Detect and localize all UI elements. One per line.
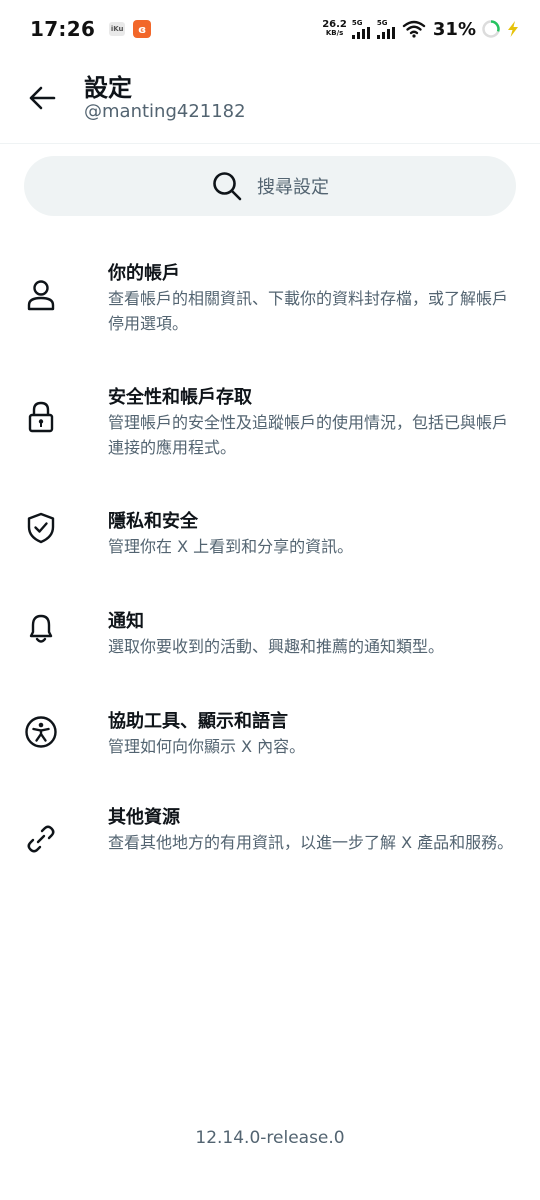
network-speed-unit: KB/s [325, 29, 344, 37]
network-speed-value: 26.2 [322, 19, 347, 30]
search-placeholder: 搜尋設定 [257, 177, 329, 198]
setting-item-notifications[interactable]: 通知 選取你要收到的活動、興趣和推薦的通知類型。 [0, 588, 540, 688]
setting-item-your-account[interactable]: 你的帳戶 查看帳戶的相關資訊、下載你的資料封存檔，或了解帳戶停用選項。 [0, 240, 540, 364]
app-version: 12.14.0-release.0 [195, 1128, 345, 1148]
setting-description: 選取你要收到的活動、興趣和推薦的通知類型。 [108, 637, 445, 656]
battery-ring-icon [482, 20, 500, 38]
arrow-left-icon [29, 86, 56, 110]
wifi-icon [402, 20, 426, 38]
sim1-type: 5G [351, 19, 363, 27]
status-bar: 17:26 iKu ɞ 26.2 KB/s 5G 5G 31% [0, 0, 540, 58]
setting-title: 你的帳戶 [108, 263, 180, 284]
setting-description: 查看帳戶的相關資訊、下載你的資料封存檔，或了解帳戶停用選項。 [108, 289, 509, 333]
link-icon [24, 822, 58, 856]
search-input[interactable]: 搜尋設定 [24, 156, 516, 216]
setting-title: 通知 [108, 611, 144, 632]
app-notification-icon: iKu [109, 22, 126, 36]
setting-title: 協助工具、顯示和語言 [108, 711, 288, 732]
page-title: 設定 [84, 74, 132, 102]
signal-bars-icon [351, 27, 370, 39]
person-icon [24, 278, 58, 312]
header: 設定 @manting421182 [0, 58, 540, 144]
status-time: 17:26 [30, 17, 96, 41]
setting-item-accessibility[interactable]: 協助工具、顯示和語言 管理如何向你顯示 X 內容。 [0, 688, 540, 784]
bell-icon [24, 611, 58, 645]
signal-sim2: 5G [376, 19, 397, 39]
accessibility-icon [24, 715, 58, 749]
setting-description: 查看其他地方的有用資訊，以進一步了解 X 產品和服務。 [108, 833, 514, 852]
setting-item-resources[interactable]: 其他資源 查看其他地方的有用資訊，以進一步了解 X 產品和服務。 [0, 784, 540, 908]
shield-icon [24, 511, 58, 545]
signal-bars-icon [376, 27, 395, 39]
signal-sim1: 5G [351, 19, 372, 39]
app-notification-icon-2: ɞ [133, 20, 152, 38]
setting-item-privacy[interactable]: 隱私和安全 管理你在 X 上看到和分享的資訊。 [0, 488, 540, 588]
lock-icon [24, 400, 58, 434]
sim2-type: 5G [376, 19, 388, 27]
setting-title: 隱私和安全 [108, 511, 198, 532]
back-button[interactable] [22, 78, 62, 118]
setting-description: 管理帳戶的安全性及追蹤帳戶的使用情況，包括已與帳戶連接的應用程式。 [108, 413, 509, 457]
search-icon [213, 172, 242, 201]
charging-icon [508, 21, 518, 37]
setting-description: 管理你在 X 上看到和分享的資訊。 [108, 537, 354, 556]
settings-screen: 17:26 iKu ɞ 26.2 KB/s 5G 5G 31% 設定 @mant… [0, 0, 540, 1200]
battery-percent: 31% [432, 18, 476, 40]
account-handle: @manting421182 [84, 101, 246, 122]
setting-title: 安全性和帳戶存取 [108, 387, 252, 408]
setting-description: 管理如何向你顯示 X 內容。 [108, 737, 306, 756]
network-speed: 26.2 KB/s [322, 20, 347, 38]
status-right: 26.2 KB/s 5G 5G 31% [322, 19, 520, 40]
settings-list: 你的帳戶 查看帳戶的相關資訊、下載你的資料封存檔，或了解帳戶停用選項。 安全性和… [0, 240, 540, 908]
setting-item-security[interactable]: 安全性和帳戶存取 管理帳戶的安全性及追蹤帳戶的使用情況，包括已與帳戶連接的應用程… [0, 364, 540, 488]
setting-title: 其他資源 [108, 807, 180, 828]
